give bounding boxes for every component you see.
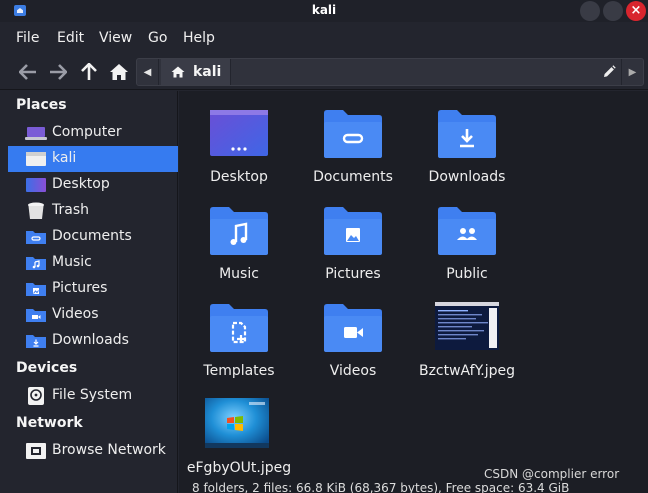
window-title: kali — [311, 3, 337, 17]
menu-view[interactable]: View — [99, 30, 132, 46]
documents-folder-icon — [324, 110, 382, 158]
windows-desktop-thumbnail — [205, 398, 269, 448]
file-item-label: Templates — [203, 363, 275, 379]
home-folder-icon — [26, 152, 46, 166]
network-icon — [26, 443, 46, 459]
file-item-label: Pictures — [325, 266, 381, 282]
sidebar-item-trash[interactable]: Trash — [8, 198, 178, 224]
public-folder-icon — [438, 207, 496, 255]
file-item-label: Downloads — [428, 169, 506, 185]
computer-icon — [25, 127, 47, 140]
close-button[interactable]: × — [626, 1, 646, 21]
file-item-desktop[interactable]: Desktop — [184, 95, 294, 185]
menu-help[interactable]: Help — [183, 30, 215, 46]
music-folder-icon — [26, 257, 46, 270]
file-item-downloads[interactable]: Downloads — [412, 95, 522, 185]
desktop-icon — [26, 178, 46, 192]
sidebar-item-label: File System — [52, 387, 133, 403]
pictures-folder-icon — [324, 207, 382, 255]
file-view: Desktop Documents Downloads Music Pictur… — [179, 91, 648, 493]
chevron-right-icon[interactable]: ▶ — [621, 59, 643, 85]
file-item-label: eFgbyOUt.jpeg — [186, 460, 292, 476]
home-icon — [171, 66, 185, 78]
file-item-music[interactable]: Music — [184, 192, 294, 282]
desktop-folder-icon — [210, 110, 268, 156]
sidebar: Places Computer kali Desktop Trash Docum… — [0, 91, 178, 493]
sidebar-item-pictures[interactable]: Pictures — [8, 276, 178, 302]
menu-go[interactable]: Go — [148, 30, 167, 46]
sidebar-item-label: Documents — [52, 228, 132, 244]
file-item-label: BzctwAfY.jpeg — [418, 363, 516, 379]
file-item-label: Videos — [329, 363, 377, 379]
chevron-left-icon[interactable]: ◀ — [137, 59, 159, 85]
templates-folder-icon — [210, 304, 268, 352]
sidebar-item-computer[interactable]: Computer — [8, 120, 178, 146]
music-folder-icon — [210, 207, 268, 255]
pictures-folder-icon — [26, 283, 46, 296]
sidebar-item-desktop[interactable]: Desktop — [8, 172, 178, 198]
file-item-templates[interactable]: Templates — [184, 289, 294, 379]
sidebar-item-documents[interactable]: Documents — [8, 224, 178, 250]
file-item-videos[interactable]: Videos — [298, 289, 408, 379]
minimize-button[interactable] — [580, 1, 600, 21]
file-item-public[interactable]: Public — [412, 192, 522, 282]
file-item-label: Documents — [313, 169, 393, 185]
sidebar-item-videos[interactable]: Videos — [8, 302, 178, 328]
sidebar-item-file-system[interactable]: File System — [8, 383, 178, 409]
home-icon[interactable] — [107, 60, 131, 84]
videos-folder-icon — [324, 304, 382, 352]
file-item-label: Music — [219, 266, 259, 282]
status-bar: 8 folders, 2 files: 66.8 KiB (68,367 byt… — [179, 482, 648, 493]
file-item-bzctwafy-jpeg[interactable]: BzctwAfY.jpeg — [412, 289, 522, 379]
places-heading: Places — [16, 97, 67, 113]
back-arrow-icon[interactable] — [16, 60, 40, 84]
sidebar-item-kali[interactable]: kali — [8, 146, 178, 172]
network-heading: Network — [16, 415, 83, 431]
toolbar: ◀ kali ▶ — [0, 54, 648, 90]
path-bar[interactable]: ◀ kali ▶ — [136, 58, 644, 86]
sidebar-item-label: Computer — [52, 124, 122, 140]
sidebar-item-label: Downloads — [52, 332, 129, 348]
sidebar-item-label: kali — [52, 150, 77, 166]
videos-folder-icon — [26, 309, 46, 322]
up-arrow-icon[interactable] — [77, 60, 101, 84]
sidebar-item-label: Music — [52, 254, 92, 270]
status-text: 8 folders, 2 files: 66.8 KiB (68,367 byt… — [192, 482, 570, 493]
menu-bar: File Edit View Go Help — [0, 22, 648, 54]
downloads-folder-icon — [438, 110, 496, 158]
sidebar-item-label: Videos — [52, 306, 99, 322]
sidebar-item-label: Trash — [52, 202, 89, 218]
menu-file[interactable]: File — [16, 30, 39, 46]
title-bar: kali × — [0, 0, 648, 22]
terminal-screenshot-thumbnail — [435, 302, 499, 350]
forward-arrow-icon[interactable] — [46, 60, 70, 84]
menu-edit[interactable]: Edit — [57, 30, 84, 46]
pencil-icon[interactable] — [599, 63, 619, 81]
sidebar-item-music[interactable]: Music — [8, 250, 178, 276]
path-crumb-kali[interactable]: kali — [161, 59, 231, 85]
file-item-label: Desktop — [210, 169, 268, 185]
sidebar-item-label: Browse Network — [52, 442, 166, 458]
devices-heading: Devices — [16, 360, 78, 376]
drive-icon — [28, 387, 44, 405]
sidebar-item-browse-network[interactable]: Browse Network — [8, 438, 178, 464]
documents-folder-icon — [26, 231, 46, 244]
file-item-label: Public — [446, 266, 488, 282]
file-item-documents[interactable]: Documents — [298, 95, 408, 185]
sidebar-item-label: Pictures — [52, 280, 108, 296]
file-item-efgbyout-jpeg[interactable]: eFgbyOUt.jpeg — [184, 386, 294, 476]
downloads-folder-icon — [26, 335, 46, 348]
watermark: CSDN @complier error — [484, 467, 620, 481]
maximize-button[interactable] — [603, 1, 623, 21]
file-item-pictures[interactable]: Pictures — [298, 192, 408, 282]
trash-icon — [28, 202, 44, 219]
sidebar-item-label: Desktop — [52, 176, 110, 192]
path-crumb-label: kali — [193, 64, 222, 80]
sidebar-item-downloads[interactable]: Downloads — [8, 328, 178, 354]
